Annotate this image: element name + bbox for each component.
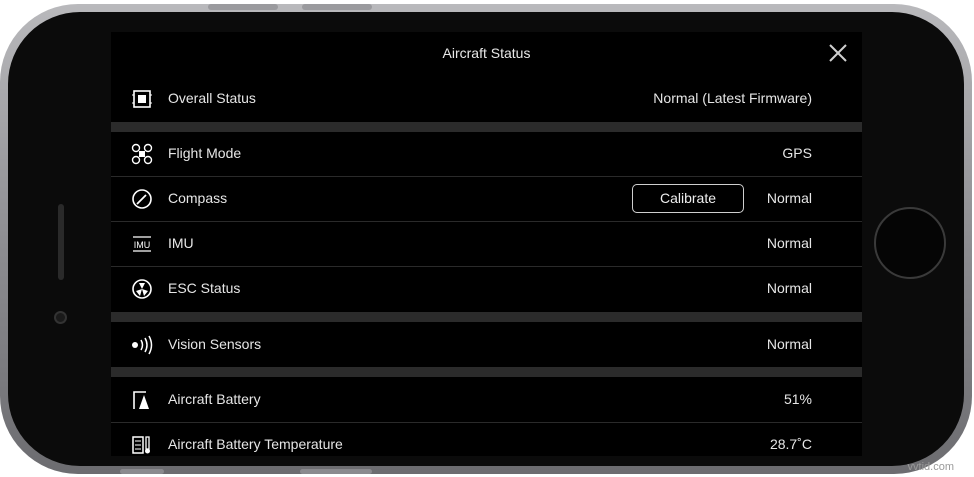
row-compass: Compass Normal xyxy=(111,176,862,221)
volume-button xyxy=(302,4,372,10)
row-value: Normal xyxy=(766,336,812,352)
row-imu: IMU IMU Normal xyxy=(111,221,862,266)
aircraft-status-screen: Aircraft Status Overall Status Normal (L… xyxy=(111,32,862,456)
row-esc-status: ESC Status Normal xyxy=(111,266,862,311)
mute-switch xyxy=(120,469,164,474)
battery-icon xyxy=(133,391,149,409)
volume-button xyxy=(208,4,278,10)
row-label: Aircraft Battery xyxy=(168,391,261,407)
row-label: Aircraft Battery Temperature xyxy=(168,436,343,452)
chip-icon xyxy=(132,90,152,108)
section-divider xyxy=(111,367,862,377)
row-aircraft-battery: Aircraft Battery 51% xyxy=(111,377,862,422)
row-value: Normal xyxy=(766,190,812,206)
svg-text:IMU: IMU xyxy=(134,240,151,250)
section-divider xyxy=(111,312,862,322)
imu-icon: IMU xyxy=(133,236,151,252)
close-icon[interactable] xyxy=(827,42,849,64)
page-title: Aircraft Status xyxy=(442,45,531,61)
row-value: GPS xyxy=(782,145,812,161)
row-value: Normal xyxy=(766,235,812,251)
row-value: 51% xyxy=(783,391,812,407)
row-label: ESC Status xyxy=(168,280,241,296)
thermometer-icon xyxy=(132,436,150,454)
row-value: 28.7˚C xyxy=(769,436,812,452)
row-overall-status: Overall Status Normal (Latest Firmware) xyxy=(111,76,862,121)
row-label: Overall Status xyxy=(168,90,256,106)
row-value: Normal xyxy=(766,280,812,296)
propeller-icon xyxy=(132,279,152,299)
row-flight-mode: Flight Mode GPS xyxy=(111,131,862,176)
row-aircraft-battery-temperature: Aircraft Battery Temperature 28.7˚C xyxy=(111,422,862,456)
row-label: Compass xyxy=(168,190,228,206)
row-label: Vision Sensors xyxy=(168,336,262,352)
speaker-grille xyxy=(58,204,64,280)
row-label: IMU xyxy=(168,235,194,251)
compass-icon xyxy=(132,189,152,209)
calibrate-button[interactable]: Calibrate xyxy=(632,184,744,213)
front-camera xyxy=(54,311,67,324)
drone-icon xyxy=(131,143,153,165)
row-vision-sensors: Vision Sensors Normal xyxy=(111,322,862,367)
watermark: vvtid.com xyxy=(907,461,954,473)
row-value: Normal (Latest Firmware) xyxy=(653,90,812,106)
power-button xyxy=(300,469,372,474)
sensor-icon xyxy=(132,335,153,355)
home-button[interactable] xyxy=(874,207,946,279)
row-label: Flight Mode xyxy=(168,145,242,161)
phone-frame: Aircraft Status Overall Status Normal (L… xyxy=(0,4,972,474)
